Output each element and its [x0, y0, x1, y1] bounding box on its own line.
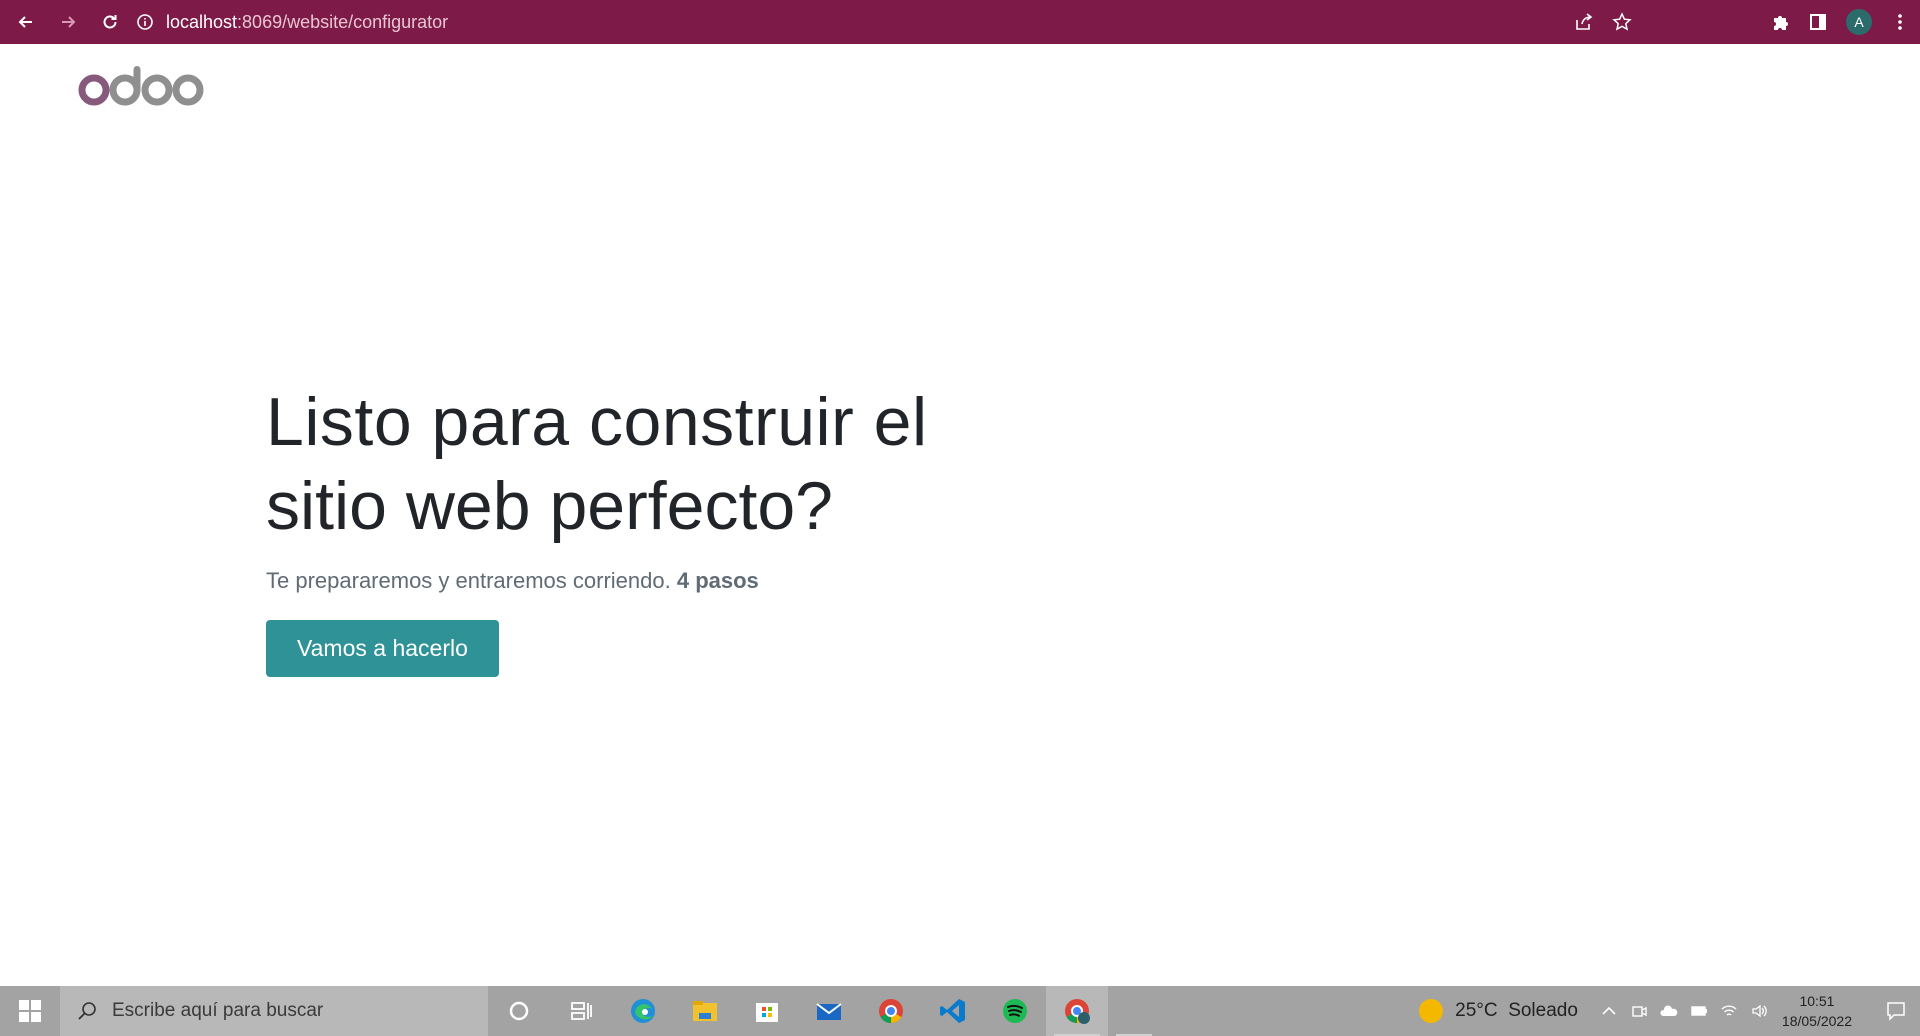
mail-icon [816, 1003, 842, 1020]
odoo-logo-icon [78, 66, 204, 106]
volume-icon[interactable] [1750, 1002, 1768, 1020]
arrow-right-icon [62, 16, 76, 28]
start-button[interactable] [0, 986, 60, 1036]
vscode-app[interactable] [922, 986, 984, 1036]
cortana-icon [509, 1001, 529, 1021]
file-explorer-app[interactable] [674, 986, 736, 1036]
subtitle-steps: 4 pasos [676, 568, 759, 593]
chrome-app[interactable] [860, 986, 922, 1036]
vscode-icon [940, 999, 965, 1023]
store-app[interactable] [736, 986, 798, 1036]
chevron-up-icon[interactable] [1600, 1002, 1618, 1020]
start-configurator-button[interactable]: Vamos a hacerlo [266, 620, 499, 677]
side-panel-icon[interactable] [1808, 12, 1828, 32]
cortana-button[interactable] [488, 986, 550, 1036]
folder-icon [693, 1001, 717, 1021]
url-path: :8069/website/configurator [237, 11, 449, 32]
windows-taskbar: Escribe aquí para buscar 25°C Soleado 10… [0, 986, 1920, 1036]
chrome-icon [879, 999, 903, 1023]
back-button[interactable] [6, 2, 46, 42]
profile-avatar[interactable]: A [1846, 9, 1872, 35]
meet-now-icon[interactable] [1630, 1002, 1648, 1020]
title-line-2: sitio web perfecto? [266, 468, 833, 544]
sun-icon [1419, 999, 1444, 1023]
chrome-profile-app[interactable] [1046, 986, 1108, 1036]
notification-icon [1887, 1002, 1905, 1021]
onedrive-icon[interactable] [1660, 1002, 1678, 1020]
edge-icon [631, 999, 655, 1023]
taskbar-empty-slot [1108, 986, 1160, 1036]
extensions-icon[interactable] [1770, 12, 1790, 32]
spotify-icon [1003, 999, 1027, 1023]
star-icon[interactable] [1612, 12, 1632, 32]
chrome-profile-icon [1065, 999, 1090, 1024]
clock[interactable]: 10:51 18/05/2022 [1782, 991, 1852, 1031]
arrow-left-icon [18, 16, 32, 28]
menu-icon[interactable] [1890, 12, 1910, 32]
forward-button[interactable] [48, 2, 88, 42]
tray-icons [1600, 1002, 1768, 1020]
taskbar-search[interactable]: Escribe aquí para buscar [60, 986, 488, 1036]
weather-widget[interactable]: 25°C Soleado [1419, 999, 1578, 1023]
page-title: Listo para construir el sitio web perfec… [266, 380, 1166, 548]
share-icon[interactable] [1574, 12, 1594, 32]
subtitle-text: Te prepararemos y entraremos corriendo. [266, 568, 671, 593]
title-line-1: Listo para construir el [266, 384, 928, 460]
spotify-app[interactable] [984, 986, 1046, 1036]
edge-app[interactable] [612, 986, 674, 1036]
task-view-icon [571, 1002, 592, 1020]
weather-desc: Soleado [1508, 1000, 1578, 1021]
search-placeholder: Escribe aquí para buscar [112, 1000, 324, 1021]
odoo-logo[interactable] [78, 64, 204, 113]
store-icon [756, 1003, 778, 1022]
task-view-button[interactable] [550, 986, 612, 1036]
address-bar[interactable]: localhost:8069/website/configurator [136, 6, 1776, 38]
subtitle: Te prepararemos y entraremos corriendo. … [266, 568, 1166, 594]
hero-section: Listo para construir el sitio web perfec… [266, 380, 1166, 677]
clock-time: 10:51 [1799, 993, 1835, 1009]
weather-temp: 25°C [1455, 1000, 1498, 1021]
search-icon [78, 1002, 96, 1020]
windows-logo-icon [19, 1000, 41, 1022]
wifi-icon[interactable] [1720, 1002, 1738, 1020]
system-tray: 25°C Soleado 10:51 18/05/2022 [1419, 986, 1920, 1036]
url-host: localhost [166, 11, 238, 32]
reload-icon [103, 15, 117, 29]
mail-app[interactable] [798, 986, 860, 1036]
notification-center-button[interactable] [1872, 986, 1920, 1036]
clock-date: 18/05/2022 [1781, 1013, 1852, 1029]
reload-button[interactable] [90, 2, 130, 42]
battery-icon[interactable] [1690, 1002, 1708, 1020]
browser-toolbar: localhost:8069/website/configurator A [0, 0, 1920, 44]
info-icon[interactable] [136, 13, 154, 31]
